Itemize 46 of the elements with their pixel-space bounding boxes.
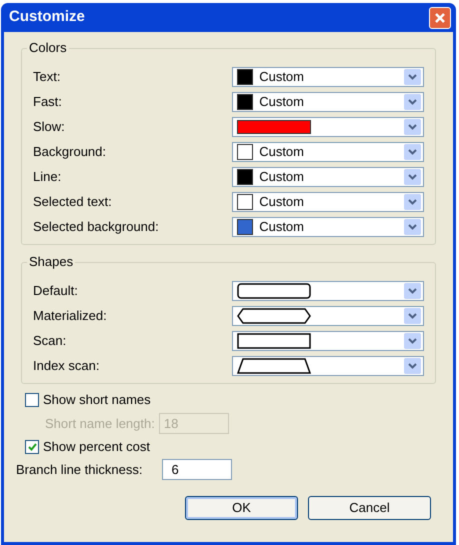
color-dropdown[interactable] bbox=[232, 116, 424, 136]
color-dropdown[interactable]: Custom bbox=[232, 166, 424, 186]
color-label: Selected background: bbox=[33, 218, 160, 236]
shape-dropdown[interactable] bbox=[232, 330, 424, 350]
shape-label: Default: bbox=[33, 282, 79, 300]
color-label: Selected text: bbox=[33, 192, 113, 211]
close-button[interactable] bbox=[429, 6, 451, 28]
checkbox[interactable] bbox=[25, 393, 39, 407]
shape-dropdown[interactable] bbox=[232, 356, 424, 376]
shape-label: Materialized: bbox=[33, 306, 108, 325]
dialog-button[interactable]: Cancel bbox=[308, 496, 431, 520]
shape-preview-icon bbox=[237, 358, 312, 374]
color-name: Custom bbox=[259, 168, 304, 186]
color-dropdown[interactable]: Custom bbox=[232, 92, 424, 112]
color-name: Custom bbox=[259, 192, 304, 211]
group-title: Shapes bbox=[27, 254, 76, 270]
dialog-button[interactable]: OK bbox=[185, 496, 298, 520]
shape-preview-icon bbox=[237, 282, 312, 298]
window-title: Customize bbox=[9, 7, 85, 28]
color-dropdown[interactable]: Custom bbox=[232, 192, 424, 212]
color-label: Fast: bbox=[33, 92, 63, 111]
color-name: Custom bbox=[259, 92, 304, 111]
color-label: Slow: bbox=[33, 118, 66, 136]
color-label: Text: bbox=[33, 68, 62, 86]
shape-label: Scan: bbox=[33, 332, 68, 350]
color-name: Custom bbox=[259, 68, 304, 86]
checkmark-icon bbox=[28, 443, 36, 451]
color-dropdown[interactable]: Custom bbox=[232, 66, 424, 86]
branch-line-thickness-field[interactable]: 6 bbox=[162, 459, 232, 480]
color-dropdown[interactable]: Custom bbox=[232, 216, 424, 236]
color-name: Custom bbox=[259, 218, 304, 236]
shape-label: Index scan: bbox=[33, 356, 100, 375]
shape-preview-icon bbox=[237, 308, 312, 324]
checkbox-label[interactable]: Show short names bbox=[43, 392, 151, 408]
color-name: Custom bbox=[259, 142, 304, 161]
checkbox[interactable] bbox=[25, 440, 39, 454]
field-label: Short name length: bbox=[45, 414, 155, 433]
close-icon bbox=[434, 12, 446, 24]
shape-dropdown[interactable] bbox=[232, 280, 424, 300]
shape-preview-icon bbox=[237, 332, 312, 348]
shape-dropdown[interactable] bbox=[232, 306, 424, 326]
color-dropdown[interactable]: Custom bbox=[232, 142, 424, 162]
color-label: Background: bbox=[33, 142, 107, 161]
checkbox-label[interactable]: Show percent cost bbox=[43, 439, 150, 455]
field-label: Branch line thickness: bbox=[16, 460, 142, 479]
color-label: Line: bbox=[33, 168, 62, 186]
